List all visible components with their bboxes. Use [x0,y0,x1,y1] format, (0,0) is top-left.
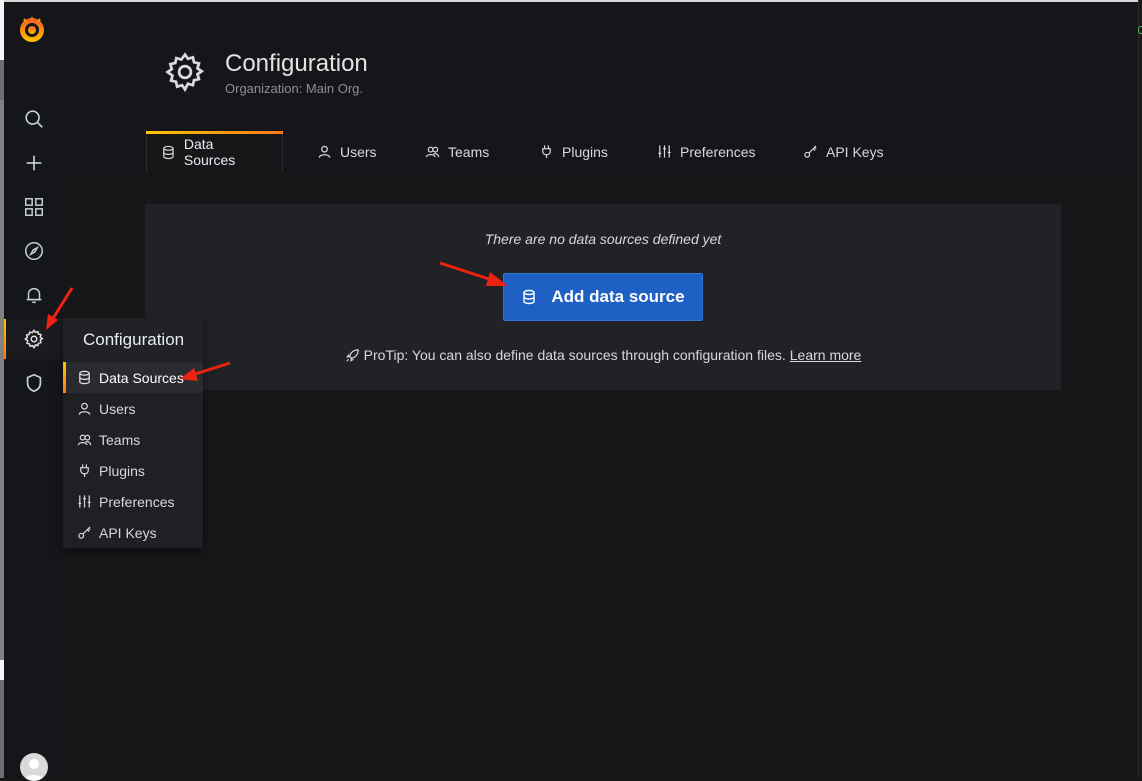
key-icon [804,145,817,158]
cog-icon [163,50,207,94]
tab-preferences[interactable]: Preferences [643,131,769,172]
users-icon [76,432,92,448]
tab-label: Data Sources [183,136,236,168]
tab-teams[interactable]: Teams [411,131,503,172]
dropdown-item-users[interactable]: Users [63,393,203,424]
plug-icon [542,145,551,159]
dropdown-item-preferences[interactable]: Preferences [63,486,203,517]
add-data-source-button[interactable]: Add data source [503,273,703,321]
dropdown-item-data-sources[interactable]: Data Sources [63,362,203,393]
protip: ProTip: You can also define data sources… [145,347,1061,363]
users-icon [425,146,440,158]
page-subtitle: Organization: Main Org. [225,81,364,96]
tab-label: Users [340,143,377,160]
avatar[interactable] [20,753,48,781]
database-icon [76,370,92,386]
rocket-icon [345,348,359,362]
dropdown-item-label: Users [99,400,136,417]
cog-icon[interactable] [4,319,63,359]
tab-label: Plugins [562,143,608,160]
sidemenu [4,2,63,781]
database-icon [523,289,536,305]
tab-label: Teams [448,143,490,160]
apps-icon[interactable] [4,187,63,227]
tab-api-keys[interactable]: API Keys [789,131,898,172]
empty-list-card: There are no data sources defined yet Ad… [145,204,1061,390]
tab-label: API Keys [826,143,884,160]
scrollbar[interactable] [1138,0,1142,778]
learn-more-link[interactable]: Learn more [790,347,862,363]
dropdown-item-api-keys[interactable]: API Keys [63,517,203,548]
dropdown-title[interactable]: Configuration [63,318,203,362]
grafana-logo-icon[interactable] [17,14,47,44]
dropdown-item-label: Preferences [99,493,175,510]
search-icon[interactable] [4,99,63,139]
dropdown-item-teams[interactable]: Teams [63,424,203,455]
bell-icon[interactable] [4,275,63,315]
page-title: Configuration [225,50,368,77]
configuration-dropdown-menu: Configuration Data Sources Users Teams P… [63,318,203,548]
key-icon [76,525,92,541]
user-icon [76,401,92,417]
button-label: Add data source [551,287,685,306]
user-icon [318,145,331,158]
dropdown-item-label: Plugins [99,462,145,479]
plus-icon[interactable] [4,143,63,183]
protip-text: ProTip: You can also define data sources… [363,347,786,363]
tab-plugins[interactable]: Plugins [525,131,622,172]
empty-message: There are no data sources defined yet [484,231,722,247]
page-header: Configuration Organization: Main Org. Da… [63,2,1138,172]
tab-data-sources[interactable]: Data Sources [146,131,283,172]
tab-users[interactable]: Users [303,131,391,172]
dropdown-item-label: Teams [99,431,141,448]
compass-icon[interactable] [4,231,63,271]
database-icon [163,145,174,159]
sliders-icon [658,145,671,158]
dropdown-item-label: Data Sources [99,369,184,386]
dropdown-item-plugins[interactable]: Plugins [63,455,203,486]
plug-icon [76,463,92,479]
scroll-marker [1138,26,1142,34]
shield-icon[interactable] [4,363,63,403]
sliders-icon [76,494,92,510]
dropdown-item-label: API Keys [99,524,157,541]
tab-label: Preferences [680,143,756,160]
